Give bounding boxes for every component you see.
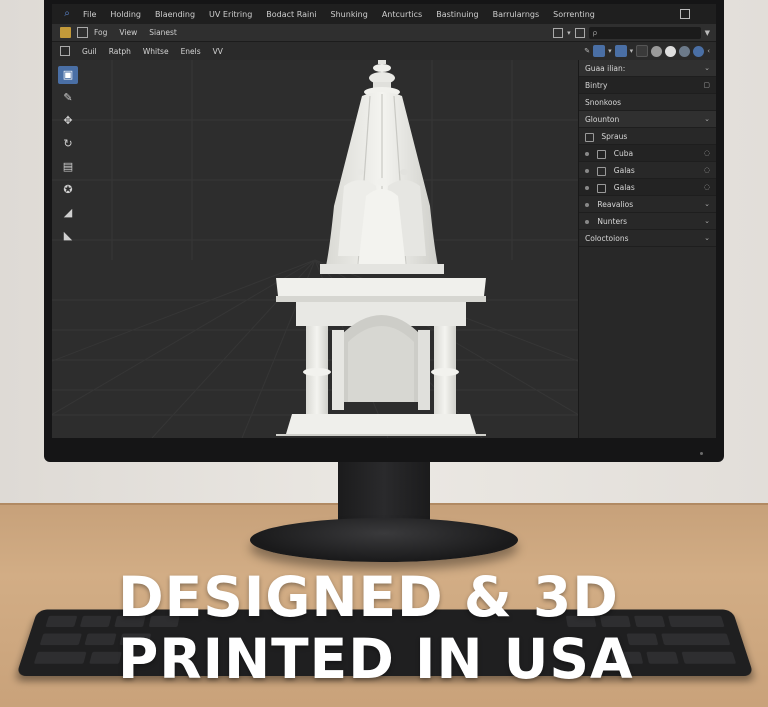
- menu-whitse[interactable]: Whitse: [137, 47, 175, 56]
- bullet-icon: [585, 152, 589, 156]
- overlay-toggle-button[interactable]: [615, 45, 627, 57]
- select-box-icon[interactable]: [60, 46, 70, 56]
- chevron-left-icon[interactable]: ‹: [707, 47, 710, 55]
- bullet-icon: [585, 186, 589, 190]
- outliner-row[interactable]: Coloctoions ⌄: [579, 230, 716, 247]
- menu-bastinuing[interactable]: Bastinuing: [429, 10, 485, 19]
- chevron-down-icon[interactable]: ⌄: [704, 60, 710, 77]
- menu-bodact-raini[interactable]: Bodact Raini: [259, 10, 323, 19]
- scene-icon[interactable]: [553, 28, 563, 38]
- bullet-icon: [585, 220, 589, 224]
- transform-tool-icon[interactable]: ✪: [58, 181, 78, 199]
- bullet-icon: [585, 169, 589, 173]
- visibility-icon[interactable]: ◌: [704, 145, 710, 162]
- menu-vv[interactable]: VV: [207, 47, 229, 56]
- outliner-row[interactable]: Bintry ▢: [579, 77, 716, 94]
- rendered-shading-icon[interactable]: [693, 46, 704, 57]
- chevron-down-icon[interactable]: ⌄: [704, 213, 710, 230]
- outliner-panel: Guaa ilian: ⌄ Bintry ▢ Snonkoos Glounton…: [578, 60, 716, 438]
- outliner-row[interactable]: Galas ◌: [579, 179, 716, 196]
- annotate-tool-icon[interactable]: ✎: [58, 89, 78, 107]
- headline-line-1: DESIGNED & 3D: [118, 566, 678, 628]
- object-mode-icon[interactable]: [77, 27, 88, 38]
- outliner-title: Guaa ilian: ⌄: [579, 60, 716, 77]
- editor-header: Fog View Sianest ▾ ρ ▼: [52, 24, 716, 42]
- menu-fog[interactable]: Fog: [88, 28, 113, 37]
- mesh-icon: [597, 184, 606, 193]
- search-input[interactable]: ρ: [589, 27, 701, 39]
- view-layer-icon[interactable]: [575, 28, 585, 38]
- visibility-icon[interactable]: ✎: [584, 47, 590, 55]
- menu-sorrenting[interactable]: Sorrenting: [546, 10, 602, 19]
- temple-model[interactable]: [262, 60, 492, 436]
- menu-uv-editing[interactable]: UV Eritring: [202, 10, 259, 19]
- workspace-grid-icon[interactable]: [680, 9, 690, 19]
- material-shading-icon[interactable]: [679, 46, 690, 57]
- promo-headline: DESIGNED & 3D PRINTED IN USA: [118, 566, 678, 690]
- outliner-row[interactable]: Nunters ⌄: [579, 213, 716, 230]
- outliner-row[interactable]: Glounton ⌄: [579, 111, 716, 128]
- chevron-down-icon[interactable]: ⌄: [704, 230, 710, 247]
- header-right-tools: ▾ ρ ▼: [553, 27, 710, 39]
- power-led: [700, 452, 703, 455]
- visibility-icon[interactable]: ◌: [704, 162, 710, 179]
- rotate-tool-icon[interactable]: ↻: [58, 135, 78, 153]
- measure-tool-icon[interactable]: ◢: [58, 204, 78, 222]
- monitor-screen: ⌕ File Holding Blaending UV Eritring Bod…: [52, 4, 716, 438]
- mesh-icon: [597, 167, 606, 176]
- tool-header: Guil Ratph Whitse Enels VV ✎ ▾ ▾ ‹: [52, 42, 716, 60]
- menu-enels[interactable]: Enels: [175, 47, 207, 56]
- restrict-icon[interactable]: ▢: [703, 77, 710, 94]
- outliner-row[interactable]: Spraus: [579, 128, 716, 145]
- monitor-stand-base: [250, 518, 518, 562]
- chevron-down-icon[interactable]: ⌄: [704, 111, 710, 128]
- app-logo-icon[interactable]: ⌕: [58, 7, 76, 21]
- outliner-row[interactable]: Galas ◌: [579, 162, 716, 179]
- menu-bar: ⌕ File Holding Blaending UV Eritring Bod…: [52, 4, 716, 24]
- menu-barrularngs[interactable]: Barrularngs: [486, 10, 547, 19]
- select-tool-icon[interactable]: ▣: [58, 66, 78, 84]
- menu-file[interactable]: File: [76, 10, 103, 19]
- outliner-row[interactable]: Reavalios ⌄: [579, 196, 716, 213]
- ruler-tool-icon[interactable]: ◣: [58, 227, 78, 245]
- menu-sianest[interactable]: Sianest: [143, 28, 183, 37]
- scale-tool-icon[interactable]: ▤: [58, 158, 78, 176]
- outliner-row[interactable]: Cuba ◌: [579, 145, 716, 162]
- editor-type-icon[interactable]: [60, 27, 71, 38]
- visibility-icon[interactable]: ◌: [704, 179, 710, 196]
- menu-antcurtics[interactable]: Antcurtics: [375, 10, 429, 19]
- tool-shelf: ▣ ✎ ✥ ↻ ▤ ✪ ◢ ◣: [58, 66, 80, 250]
- chevron-down-icon[interactable]: ▾: [567, 29, 571, 37]
- 3d-viewport[interactable]: ▣ ✎ ✥ ↻ ▤ ✪ ◢ ◣: [52, 60, 578, 438]
- xray-toggle-button[interactable]: [636, 45, 648, 57]
- menu-shunking[interactable]: Shunking: [324, 10, 375, 19]
- menu-guil[interactable]: Guil: [76, 47, 103, 56]
- menu-blaending[interactable]: Blaending: [148, 10, 202, 19]
- chevron-down-icon[interactable]: ⌄: [704, 196, 710, 213]
- viewport-shading-tools: ✎ ▾ ▾ ‹: [584, 45, 710, 57]
- headline-line-2: PRINTED IN USA: [118, 628, 678, 690]
- menu-ratph[interactable]: Ratph: [103, 47, 137, 56]
- wireframe-shading-icon[interactable]: [651, 46, 662, 57]
- mesh-icon: [597, 150, 606, 159]
- chevron-down-icon[interactable]: ▾: [608, 47, 612, 55]
- menu-holding[interactable]: Holding: [103, 10, 148, 19]
- filter-icon[interactable]: ▼: [705, 29, 710, 37]
- chevron-down-icon[interactable]: ▾: [630, 47, 634, 55]
- object-icon: [585, 133, 594, 142]
- bullet-icon: [585, 203, 589, 207]
- menu-view[interactable]: View: [113, 28, 143, 37]
- move-tool-icon[interactable]: ✥: [58, 112, 78, 130]
- outliner-row[interactable]: Snonkoos: [579, 94, 716, 111]
- gizmo-toggle-button[interactable]: [593, 45, 605, 57]
- solid-shading-icon[interactable]: [665, 46, 676, 57]
